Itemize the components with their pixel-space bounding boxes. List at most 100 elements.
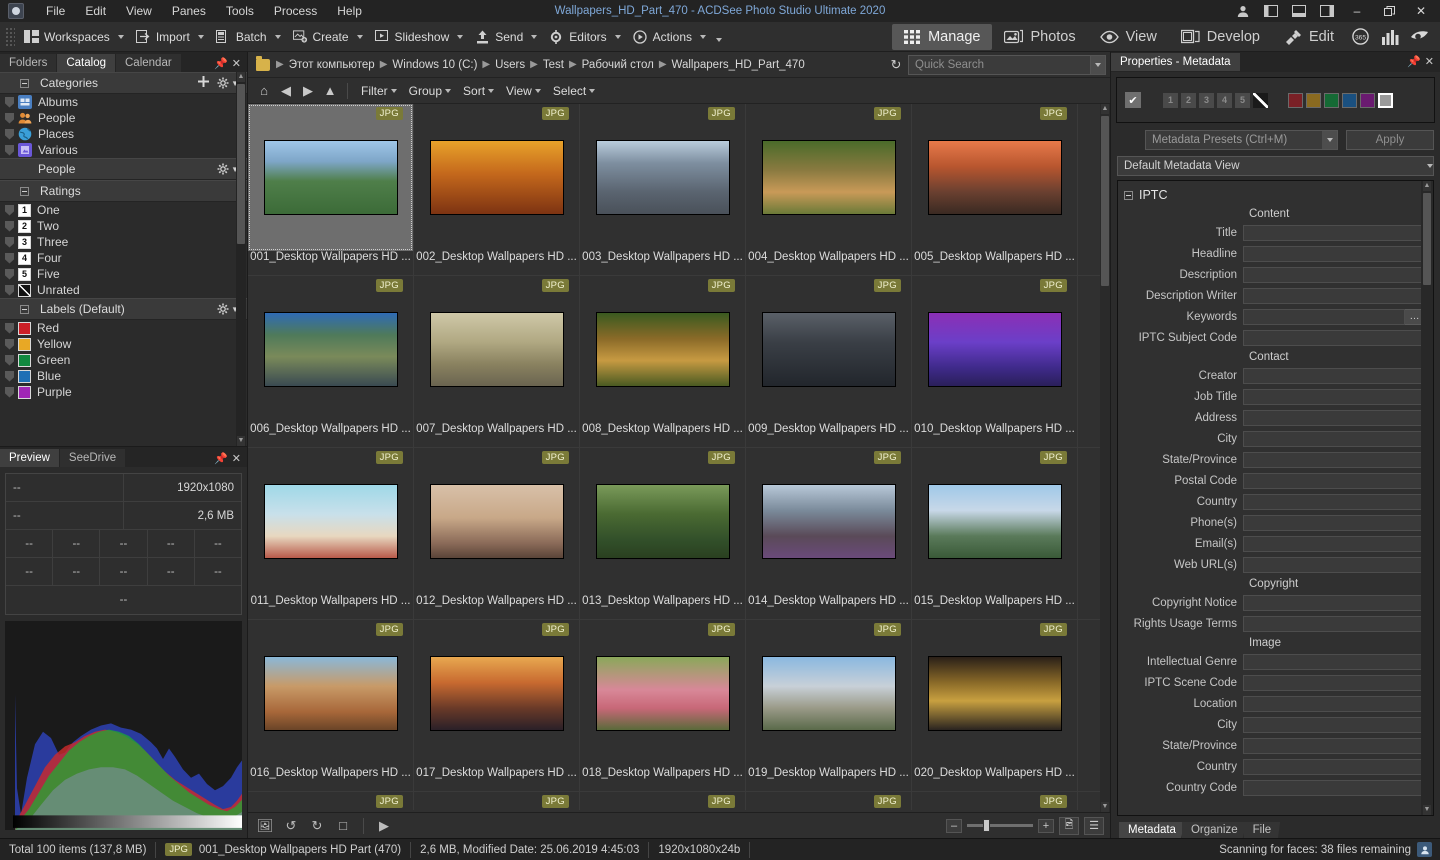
collapse-toggle-icon[interactable] [20,304,29,314]
metadata-field-input[interactable] [1243,409,1425,426]
properties-tab-file[interactable]: File [1243,822,1281,838]
metadata-field-input[interactable] [1243,779,1425,796]
metadata-field-input[interactable] [1243,556,1425,573]
filter-menu-view[interactable]: View [500,81,547,101]
shield-icon[interactable] [5,236,14,248]
thumbnail-view-icon[interactable]: 🖻 [1059,816,1079,835]
thumbnail-image-area[interactable]: JPG [746,448,911,595]
catalog-item-yellow[interactable]: Yellow [0,336,247,352]
rating-button-4[interactable]: 4 [1217,92,1232,108]
breadcrumb-item-2[interactable]: Users [492,57,528,73]
chevron-down-icon[interactable] [445,88,452,93]
catalog-item-unrated[interactable]: Unrated [0,282,247,298]
filter-menu-select[interactable]: Select [547,81,601,101]
thumbnail-image-area[interactable]: JPG [912,792,1077,810]
thumbnail-cell[interactable]: JPG 004_Desktop Wallpapers HD ... [746,104,912,275]
breadcrumb-item-5[interactable]: Wallpapers_HD_Part_470 [669,57,808,73]
catalog-item-one[interactable]: 1 One [0,202,247,218]
thumbnail-image-area[interactable]: JPG [912,620,1077,767]
scroll-up-arrow[interactable]: ▲ [237,72,245,82]
metadata-field-input[interactable] [1243,451,1425,468]
shield-icon[interactable] [5,96,14,108]
thumbnail-image-area[interactable]: JPG [414,792,579,810]
chevron-down-icon[interactable] [197,34,204,39]
thumb-scroll-down[interactable]: ▼ [1101,802,1109,812]
thumbnail-image-area[interactable]: JPG [746,276,911,423]
catalog-section-ratings[interactable]: Ratings [0,180,247,202]
metadata-field-input[interactable] [1243,535,1425,552]
maximize-button[interactable] [1374,0,1404,22]
home-icon[interactable]: ⌂ [254,81,274,101]
menu-item-help[interactable]: Help [327,1,372,21]
collapse-toggle-icon[interactable] [20,78,29,88]
chevron-down-icon[interactable] [274,34,281,39]
filter-menu-sort[interactable]: Sort [457,81,500,101]
thumbnail-image-area[interactable]: JPG [248,104,413,251]
metadata-scrollbar[interactable]: ▲ ▼ [1421,181,1433,815]
catalog-scrollbar[interactable]: ▲ ▼ [236,72,246,446]
preview-close-icon[interactable]: ✕ [232,452,241,465]
forward-icon[interactable]: ▶ [298,81,318,101]
pin-icon[interactable]: 📌 [214,57,228,70]
filter-menu-filter[interactable]: Filter [355,81,403,101]
thumbnail-cell-partial[interactable]: JPG [580,792,746,810]
shield-icon[interactable] [5,252,14,264]
preview-tab-preview[interactable]: Preview [0,449,59,467]
catalog-section-people[interactable]: People▼ [0,158,247,180]
menu-item-file[interactable]: File [36,1,75,21]
thumbnail-cell[interactable]: JPG 010_Desktop Wallpapers HD ... [912,276,1078,447]
pane-tab-catalog[interactable]: Catalog [57,54,115,72]
mode-tab-manage[interactable]: Manage [892,23,993,50]
scroll-down-arrow[interactable]: ▼ [237,436,245,446]
shield-icon[interactable] [5,354,14,366]
apply-button[interactable]: Apply [1346,130,1434,150]
catalog-tree[interactable]: Categories▼AlbumsPeoplePlacesVariousPeop… [0,72,247,446]
refresh-icon[interactable]: ↻ [884,57,908,73]
chevron-down-icon[interactable] [534,88,541,93]
metadata-presets-combo[interactable]: Metadata Presets (Ctrl+M) [1145,130,1338,150]
shield-icon[interactable] [5,128,14,140]
catalog-item-albums[interactable]: Albums [0,94,247,110]
toolbar-button-create[interactable]: Create [287,26,369,47]
chevron-down-icon[interactable] [390,88,397,93]
back-icon[interactable]: ◀ [276,81,296,101]
toolbar-button-batch[interactable]: Batch [210,26,287,47]
thumbnail-cell[interactable]: JPG 005_Desktop Wallpapers HD ... [912,104,1078,275]
thumbnail-cell[interactable]: JPG 011_Desktop Wallpapers HD ... [248,448,414,619]
layout-bottom-icon[interactable] [1286,1,1312,21]
thumbnail-image-area[interactable]: JPG [248,792,413,810]
shield-icon[interactable] [5,220,14,232]
menu-item-process[interactable]: Process [264,1,327,21]
metadata-scroll-thumb[interactable] [1423,193,1431,285]
thumbnail-cell-partial[interactable]: JPG [912,792,1078,810]
thumbnail-cell[interactable]: JPG 014_Desktop Wallpapers HD ... [746,448,912,619]
thumb-scroll-up[interactable]: ▲ [1101,104,1109,114]
thumbnail-cell-partial[interactable]: JPG [248,792,414,810]
unrated-button[interactable] [1253,92,1268,108]
toolbar-button-slideshow[interactable]: Slideshow [369,26,470,47]
shield-icon[interactable] [5,322,14,334]
metadata-field-input[interactable] [1243,758,1425,775]
shield-icon[interactable] [5,370,14,382]
catalog-section-categories[interactable]: Categories▼ [0,72,247,94]
catalog-item-purple[interactable]: Purple [0,384,247,400]
play-icon[interactable]: ▶ [373,816,395,836]
collapse-toggle-icon[interactable] [20,186,29,196]
toolbar-grip[interactable] [5,26,15,47]
metadata-field-input[interactable] [1243,266,1425,283]
thumbnail-image-area[interactable]: JPG [580,448,745,595]
metadata-scroll-up[interactable]: ▲ [1423,181,1431,191]
thumbnail-image-area[interactable]: JPG [912,276,1077,423]
metadata-field-input[interactable] [1243,514,1425,531]
metadata-group-iptc[interactable]: IPTC [1118,185,1433,205]
label-swatch-5[interactable] [1378,92,1393,108]
group-collapse-icon[interactable] [1124,190,1133,200]
metadata-view-selector[interactable]: Default Metadata View [1117,156,1434,176]
toolbar-button-workspaces[interactable]: Workspaces [18,26,130,47]
thumbnail-cell[interactable]: JPG 015_Desktop Wallpapers HD ... [912,448,1078,619]
plus-icon[interactable] [197,75,210,91]
filter-menu-group[interactable]: Group [403,81,457,101]
thumbnail-image-area[interactable]: JPG [912,448,1077,595]
metadata-field-input[interactable] [1243,594,1425,611]
label-swatch-4[interactable] [1360,92,1375,108]
